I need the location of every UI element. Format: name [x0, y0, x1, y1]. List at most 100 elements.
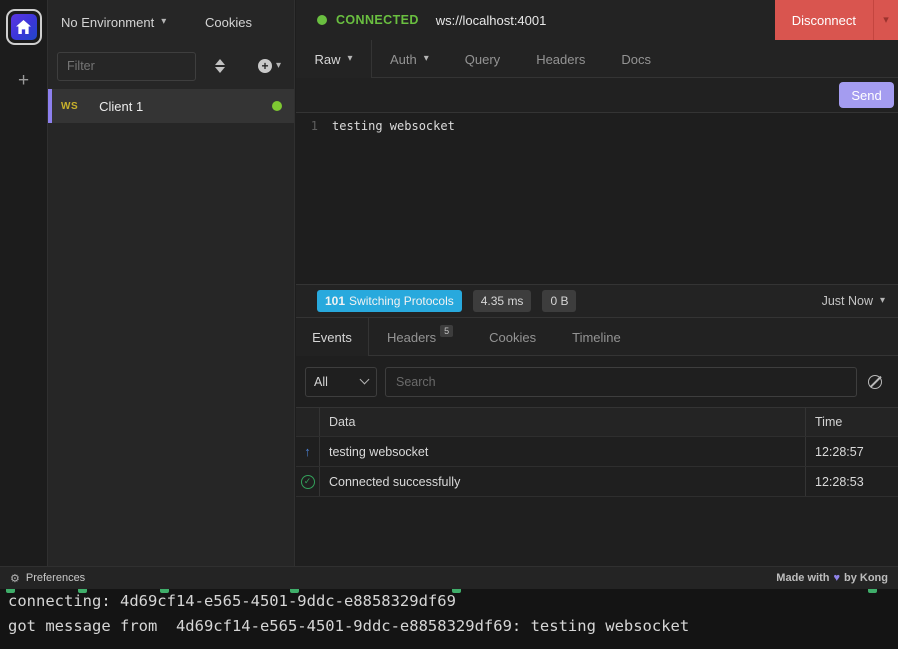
check-circle-icon: ✓	[301, 475, 315, 489]
tab-docs[interactable]: Docs	[603, 40, 669, 78]
chevron-down-icon: ▾	[161, 17, 166, 27]
event-time: 12:28:57	[806, 437, 898, 466]
tab-headers[interactable]: Headers	[518, 40, 603, 78]
connected-icon: ✓	[296, 467, 320, 496]
tab-label: Events	[312, 330, 352, 345]
chevron-down-icon	[360, 375, 370, 385]
response-history-dropdown[interactable]: Just Now ▾	[822, 294, 885, 308]
chevron-down-icon: ▾	[347, 54, 352, 64]
response-status-bar: 101 Switching Protocols 4.35 ms 0 B Just …	[296, 285, 898, 318]
sidebar: No Environment ▾ Cookies + ▾ WS Client 1	[48, 0, 295, 566]
events-table: Data Time ↑ testing websocket 12:28:57 ✓…	[296, 407, 898, 497]
chevron-down-icon: ▾	[424, 54, 429, 64]
disconnect-button-group: Disconnect ▾	[775, 0, 898, 40]
sidebar-item-client-1[interactable]: WS Client 1	[48, 89, 294, 123]
tab-query[interactable]: Query	[447, 40, 518, 78]
app-rail: +	[0, 0, 48, 566]
chevron-down-icon: ▾	[276, 61, 281, 71]
event-type-select[interactable]: All	[305, 367, 377, 397]
tab-raw[interactable]: Raw ▾	[296, 40, 372, 78]
headers-count-badge: 5	[440, 325, 453, 337]
send-button[interactable]: Send	[839, 82, 894, 108]
status-text: Switching Protocols	[349, 294, 454, 308]
kong-credit: Made with ♥ by Kong	[776, 572, 888, 584]
add-request-button[interactable]: + ▾	[258, 59, 281, 73]
clipped-terminal-text	[868, 589, 877, 593]
clipped-terminal-text	[290, 589, 299, 593]
tab-timeline[interactable]: Timeline	[554, 318, 639, 356]
events-filter-row: All	[296, 356, 898, 407]
tab-label: Auth	[390, 52, 417, 67]
table-row[interactable]: ↑ testing websocket 12:28:57	[296, 437, 898, 467]
home-button[interactable]	[6, 9, 42, 45]
response-time-badge: 4.35 ms	[473, 290, 532, 312]
editor-content: testing websocket	[332, 119, 455, 133]
disconnect-dropdown-button[interactable]: ▾	[873, 0, 898, 40]
table-row[interactable]: ✓ Connected successfully 12:28:53	[296, 467, 898, 497]
event-data: Connected successfully	[320, 467, 806, 496]
sort-icon[interactable]	[215, 59, 225, 73]
clear-events-icon[interactable]	[868, 375, 882, 389]
events-search-input[interactable]	[385, 367, 857, 397]
status-footer: ⚙ Preferences Made with ♥ by Kong	[0, 566, 898, 589]
disconnect-button[interactable]: Disconnect	[775, 0, 873, 40]
websocket-url[interactable]: ws://localhost:4001	[436, 13, 547, 28]
heart-icon: ♥	[833, 572, 840, 584]
message-editor[interactable]: 1 testing websocket	[296, 113, 898, 285]
status-code: 101	[325, 294, 345, 308]
environment-label: No Environment	[61, 15, 154, 30]
preferences-button[interactable]: ⚙ Preferences	[10, 572, 85, 585]
tab-label: Timeline	[572, 330, 621, 345]
clipped-terminal-text	[452, 589, 461, 593]
response-tabs: Events Headers 5 Cookies Timeline	[296, 318, 898, 356]
credit-text: by Kong	[844, 572, 888, 584]
editor-line: 1 testing websocket	[296, 119, 898, 133]
tab-label: Raw	[314, 52, 340, 67]
credit-text: Made with	[776, 572, 829, 584]
sent-message-icon: ↑	[296, 437, 320, 466]
tab-label: Headers	[536, 52, 585, 67]
main-pane: CONNECTED ws://localhost:4001 Disconnect…	[296, 0, 898, 566]
tab-label: Docs	[621, 52, 651, 67]
app-window: + No Environment ▾ Cookies + ▾ WS Client…	[0, 0, 898, 649]
tab-response-cookies[interactable]: Cookies	[471, 318, 554, 356]
connection-status: CONNECTED	[336, 13, 419, 27]
connection-status-dot	[272, 101, 282, 111]
tab-auth[interactable]: Auth ▾	[372, 40, 447, 78]
tab-response-headers[interactable]: Headers 5	[369, 318, 471, 356]
connected-dot-icon	[317, 15, 327, 25]
clipped-terminal-text	[78, 589, 87, 593]
add-project-button[interactable]: +	[18, 71, 29, 90]
response-size-badge: 0 B	[542, 290, 576, 312]
cookies-button[interactable]: Cookies	[205, 15, 252, 30]
tab-label: Query	[465, 52, 500, 67]
home-icon	[11, 14, 37, 40]
terminal-line: got message from 4d69cf14-e565-4501-9ddc…	[0, 614, 898, 639]
status-badge: 101 Switching Protocols	[317, 290, 462, 312]
event-time: 12:28:53	[806, 467, 898, 496]
data-column-header: Data	[320, 408, 806, 436]
sidebar-filter-input[interactable]	[57, 52, 196, 81]
tab-events[interactable]: Events	[296, 318, 369, 356]
request-name: Client 1	[99, 99, 143, 114]
sidebar-header: No Environment ▾ Cookies	[48, 0, 294, 44]
url-bar: CONNECTED ws://localhost:4001 Disconnect…	[296, 0, 898, 40]
line-number: 1	[296, 119, 332, 133]
tab-label: Headers	[387, 330, 436, 345]
gear-icon: ⚙	[10, 572, 20, 585]
arrow-up-icon: ↑	[304, 444, 311, 459]
chevron-down-icon: ▾	[880, 296, 885, 306]
terminal-panel[interactable]: connecting: 4d69cf14-e565-4501-9ddc-e885…	[0, 589, 898, 649]
request-tabs: Raw ▾ Auth ▾ Query Headers Docs	[296, 40, 898, 78]
time-column-header: Time	[806, 408, 898, 436]
preferences-label: Preferences	[26, 572, 85, 584]
table-header-row: Data Time	[296, 408, 898, 437]
environment-selector[interactable]: No Environment ▾	[61, 15, 166, 30]
plus-circle-icon: +	[258, 59, 272, 73]
recency-label: Just Now	[822, 294, 873, 308]
chevron-down-icon: ▾	[883, 15, 889, 26]
terminal-line: connecting: 4d69cf14-e565-4501-9ddc-e885…	[0, 589, 898, 614]
clipped-terminal-text	[6, 589, 15, 593]
tab-divider	[369, 355, 898, 356]
send-toolbar: Send	[296, 78, 898, 113]
